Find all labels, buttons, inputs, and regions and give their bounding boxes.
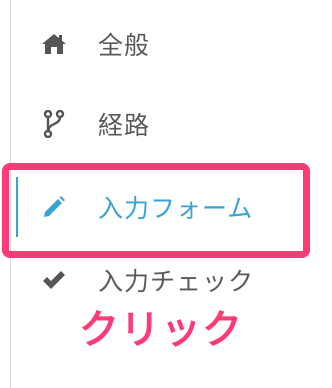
menu-item-label: 全般 — [98, 31, 151, 60]
pencil-icon — [40, 193, 68, 221]
home-icon — [40, 30, 68, 58]
menu-item-label: 経路 — [98, 111, 151, 140]
active-indicator — [16, 177, 18, 237]
click-annotation: クリック — [78, 306, 243, 354]
menu-item-label: 入力フォーム — [98, 194, 254, 223]
branch-icon — [40, 110, 68, 138]
menu-item-label: 入力チェック — [98, 267, 255, 296]
menu-item-general[interactable]: 全般 — [16, 2, 301, 86]
menu-item-input-form[interactable]: 入力フォーム — [16, 165, 301, 249]
check-icon — [40, 266, 68, 294]
screenshot-stage: 全般 経路 入力フォーム 入力チェック クリック — [0, 0, 332, 388]
menu-item-route[interactable]: 経路 — [16, 82, 301, 166]
